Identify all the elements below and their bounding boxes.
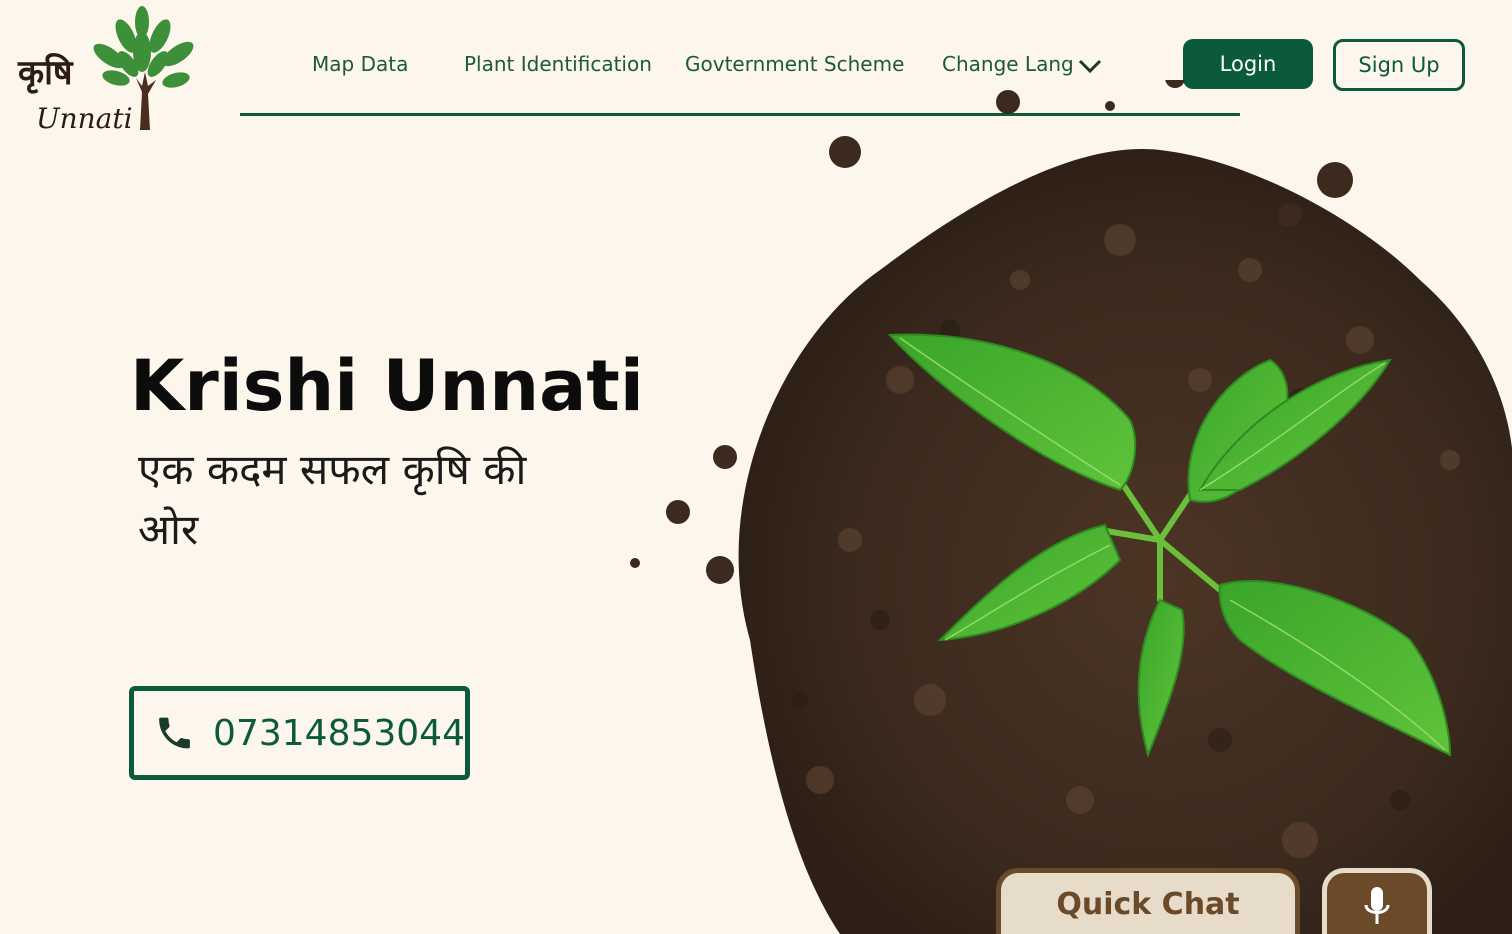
nav-government-scheme[interactable]: Govternment Scheme — [685, 52, 904, 76]
chevron-down-icon — [1078, 59, 1101, 73]
landing-page: कृषि Unnati Map Data Plant Identificatio… — [0, 0, 1512, 934]
logo-english-text: Unnati — [36, 102, 133, 135]
nav-change-language[interactable]: Change Lang — [942, 52, 1102, 76]
logo[interactable]: कृषि Unnati — [14, 2, 204, 136]
quick-chat-label: Quick Chat — [1056, 887, 1240, 922]
logo-graphic: कृषि Unnati — [17, 6, 194, 135]
logo-hindi-text: कृषि — [17, 52, 74, 94]
nav-plant-identification[interactable]: Plant Identification — [464, 52, 652, 76]
voice-input-button[interactable] — [1322, 868, 1432, 934]
nav-map-data[interactable]: Map Data — [312, 52, 408, 76]
phone-number: 07314853044 — [213, 712, 465, 754]
nav-change-language-label: Change Lang — [942, 52, 1074, 76]
soil-plant-image — [600, 80, 1512, 934]
phone-icon — [159, 717, 190, 749]
hero-subtitle: एक कदम सफल कृषि की ओर — [138, 445, 527, 554]
phone-contact-button[interactable]: 07314853044 — [129, 686, 470, 780]
quick-chat-button[interactable]: Quick Chat — [996, 868, 1300, 934]
hero-title: Krishi Unnati — [130, 345, 644, 427]
microphone-icon — [1364, 887, 1390, 924]
